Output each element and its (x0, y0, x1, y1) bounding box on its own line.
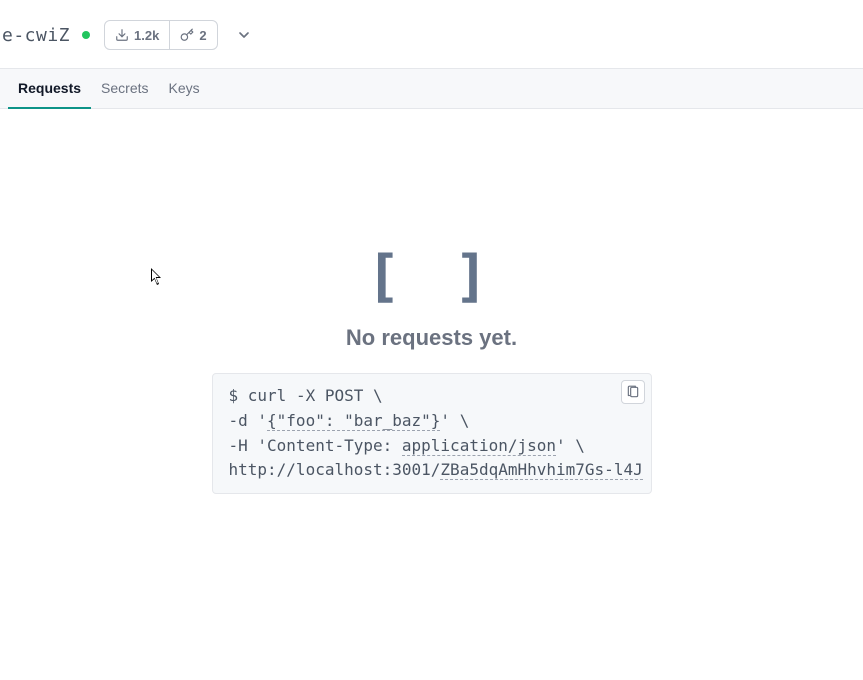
tab-bar: Requests Secrets Keys (0, 69, 863, 109)
downloads-count: 1.2k (134, 28, 159, 43)
empty-state: [ ] No requests yet. $ curl -X POST \ -d… (0, 109, 863, 494)
chevron-down-icon (236, 27, 252, 43)
key-icon (180, 28, 194, 42)
endpoint-title: e-cwiZ (0, 25, 70, 46)
empty-heading: No requests yet. (346, 325, 517, 351)
keys-badge[interactable]: 2 (169, 21, 216, 49)
code-content: $ curl -X POST \ -d '{"foo": "bar_baz"}'… (229, 384, 635, 483)
payload-placeholder[interactable]: {"foo": "bar_baz"} (267, 411, 440, 431)
clipboard-icon (626, 385, 640, 399)
tab-label: Requests (18, 80, 81, 96)
more-menu-button[interactable] (232, 23, 256, 47)
page-header: e-cwiZ 1.2k 2 (0, 0, 863, 69)
example-code-block: $ curl -X POST \ -d '{"foo": "bar_baz"}'… (212, 373, 652, 494)
tab-secrets[interactable]: Secrets (91, 69, 158, 109)
tab-label: Keys (169, 80, 200, 96)
content-type-placeholder[interactable]: application/json (402, 436, 556, 456)
status-dot-online (82, 31, 90, 39)
brackets-icon: [ ] (366, 249, 497, 305)
downloads-badge[interactable]: 1.2k (105, 21, 169, 49)
copy-button[interactable] (621, 380, 645, 404)
tab-keys[interactable]: Keys (159, 69, 210, 109)
keys-count: 2 (199, 28, 206, 43)
tab-label: Secrets (101, 80, 148, 96)
stats-badge-group: 1.2k 2 (104, 20, 218, 50)
download-icon (115, 28, 129, 42)
endpoint-id-placeholder[interactable]: ZBa5dqAmHhvhim7Gs-l4J (440, 460, 642, 480)
tab-requests[interactable]: Requests (8, 69, 91, 109)
